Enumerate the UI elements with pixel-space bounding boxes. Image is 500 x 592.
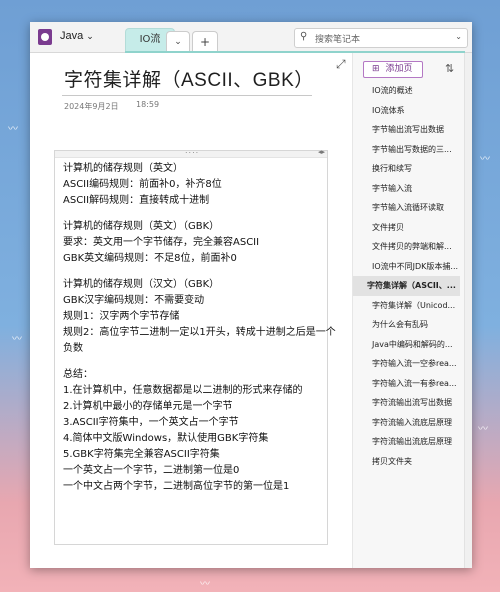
page-list-item[interactable]: IO流的概述 <box>353 81 460 101</box>
page-list-item[interactable]: 文件拷贝的弊端和解... <box>353 237 460 257</box>
add-page-label: 添加页 <box>385 64 413 74</box>
chevron-down-icon: ⌄ <box>86 31 94 41</box>
page-date: 2024年9月2日 <box>64 102 119 111</box>
page-list-item-selected[interactable]: 字符集详解（ASCII、... <box>353 276 460 296</box>
page-list-item[interactable]: 字符输入流一空参rea... <box>353 354 460 374</box>
sort-icon[interactable]: ⇅ <box>445 62 454 75</box>
notebook-name: Java <box>60 30 84 42</box>
chevron-down-icon: ⌄ <box>455 32 462 41</box>
page-list-item[interactable]: IO流中不同JDK版本捕... <box>353 257 460 277</box>
add-section-button[interactable]: + <box>192 31 218 52</box>
search-input[interactable]: ⚲ 搜索笔记本 ⌄ <box>294 28 468 48</box>
note-line: 5.GBK字符集完全兼容ASCII字符集 <box>63 449 220 460</box>
page-list-item[interactable]: 字节输出流写出数据 <box>353 120 460 140</box>
note-page[interactable]: ⤢ 字符集详解（ASCII、GBK） 2024年9月2日 18:59 .... … <box>30 53 352 568</box>
note-line: ASCII解码规则：直接转成十进制 <box>63 195 210 206</box>
page-list-item[interactable]: 为什么会有乱码 <box>353 315 460 335</box>
page-list-item[interactable]: 字符流输入流底层原理 <box>353 413 460 433</box>
background-bird-icon: 〰 <box>480 154 490 165</box>
note-line: 计算机的储存规则（汉文）（GBK） <box>63 279 220 290</box>
note-line: 计算机的储存规则（英文）（GBK） <box>63 221 220 232</box>
note-line: GBK英文编码规则：不足8位，前面补0 <box>63 253 237 264</box>
note-line: 规则1：汉字两个字节存储 <box>63 311 180 322</box>
onenote-icon <box>38 29 52 45</box>
page-list-item[interactable]: 字符流输出流底层原理 <box>353 432 460 452</box>
page-list-item[interactable]: 文件拷贝 <box>353 218 460 238</box>
page-list-sidebar: ⊞ 添加页 ⇅ IO流的概述 IO流体系 字节输出流写出数据 字节输出写数据的三.… <box>352 53 465 568</box>
background-bird-icon: 〰 <box>478 424 488 435</box>
drag-handle-icon[interactable]: .... <box>185 146 199 155</box>
notebook-selector[interactable]: Java ⌄ <box>60 30 94 42</box>
note-line: ASCII编码规则：前面补0，补齐8位 <box>63 179 222 190</box>
note-line: 要求：英文用一个字节储存，完全兼容ASCII <box>63 237 260 248</box>
note-line: 1.在计算机中，任意数据都是以二进制的形式来存储的 <box>63 385 303 396</box>
note-line: 2.计算机中最小的存储单元是一个字节 <box>63 401 233 412</box>
page-list-item[interactable]: 字节输出写数据的三... <box>353 140 460 160</box>
background-bird-icon: 〰 <box>8 124 18 135</box>
vertical-scrollbar[interactable] <box>464 53 472 568</box>
page-list-item[interactable]: 字符集详解（Unicod... <box>353 296 460 316</box>
note-content-container[interactable]: .... ◂▸ 计算机的储存规则（英文） ASCII编码规则：前面补0，补齐8位… <box>54 146 336 545</box>
add-page-button[interactable]: ⊞ 添加页 <box>363 61 423 78</box>
page-list-item[interactable]: Java中编码和解码的... <box>353 335 460 355</box>
section-dropdown-button[interactable]: ⌄ <box>166 31 190 52</box>
page-list-item[interactable]: 字节输入流循环读取 <box>353 198 460 218</box>
plus-icon: + <box>199 35 211 49</box>
resize-arrows-icon[interactable]: ◂▸ <box>318 148 325 156</box>
note-line: 4.简体中文版Windows，默认使用GBK字符集 <box>63 433 269 444</box>
note-line: 一个中文占两个字节，二进制高位字节的第一位是1 <box>63 481 290 492</box>
note-line: 负数 <box>63 343 83 354</box>
search-placeholder: 搜索笔记本 <box>315 35 361 45</box>
page-time: 18:59 <box>136 100 160 109</box>
title-underline <box>62 95 312 96</box>
expand-icon[interactable]: ⤢ <box>336 57 346 72</box>
chevron-down-icon: ⌄ <box>174 37 182 47</box>
container-handle[interactable]: .... ◂▸ <box>55 146 327 158</box>
note-line: 总结： <box>63 369 93 380</box>
page-title[interactable]: 字符集详解（ASCII、GBK） <box>64 65 314 92</box>
background-bird-icon: 〰 <box>200 579 210 590</box>
page-list-item[interactable]: IO流体系 <box>353 101 460 121</box>
tab-label: IO流 <box>139 34 161 45</box>
page-list-item[interactable]: 字符流输出流写出数据 <box>353 393 460 413</box>
note-body[interactable]: 计算机的储存规则（英文） ASCII编码规则：前面补0，补齐8位 ASCII解码… <box>63 161 336 495</box>
page-list-item[interactable]: 换行和续写 <box>353 159 460 179</box>
background-bird-icon: 〰 <box>12 334 22 345</box>
onenote-window: Java ⌄ IO流 ⌄ + ⚲ 搜索笔记本 ⌄ ⤢ 字符集详解（ASCII、GB… <box>30 22 472 568</box>
page-list-item[interactable]: 字节输入流 <box>353 179 460 199</box>
add-page-icon: ⊞ <box>372 64 380 74</box>
note-line: 3.ASCII字符集中，一个英文占一个字节 <box>63 417 239 428</box>
page-list: IO流的概述 IO流体系 字节输出流写出数据 字节输出写数据的三... 换行和续… <box>353 81 465 471</box>
note-line: GBK汉字编码规则：不需要变动 <box>63 295 205 306</box>
note-line: 计算机的储存规则（英文） <box>63 163 183 174</box>
note-line: 规则2：高位字节二进制一定以1开头，转成十进制之后是一个 <box>63 327 336 338</box>
note-line: 一个英文占一个字节，二进制第一位是0 <box>63 465 240 476</box>
top-bar: Java ⌄ IO流 ⌄ + ⚲ 搜索笔记本 ⌄ <box>30 22 472 53</box>
page-list-item[interactable]: 拷贝文件夹 <box>353 452 460 472</box>
search-icon: ⚲ <box>300 31 308 42</box>
page-list-item[interactable]: 字符输入流一有参rea... <box>353 374 460 394</box>
